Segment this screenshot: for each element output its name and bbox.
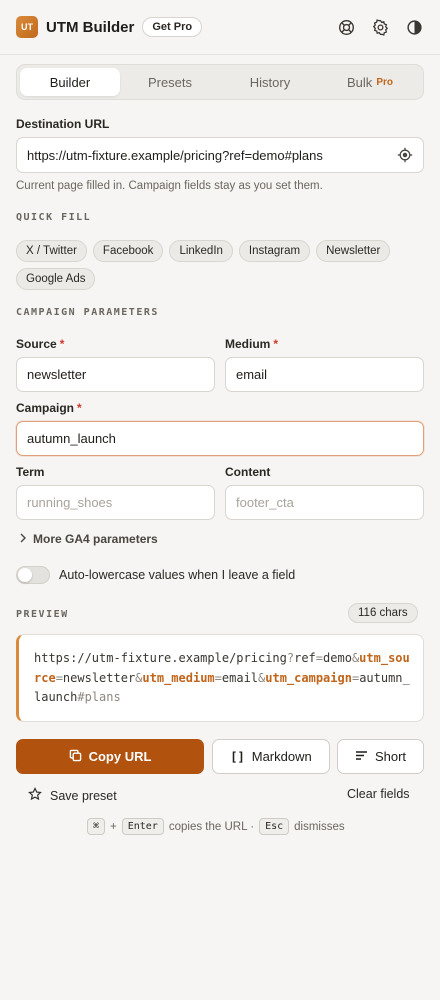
app-logo: UT xyxy=(16,16,38,38)
term-input[interactable]: running_shoes xyxy=(16,485,215,520)
short-link-button[interactable]: Short xyxy=(337,739,424,774)
tab-bulk[interactable]: Bulk Pro xyxy=(320,68,420,96)
chip-facebook[interactable]: Facebook xyxy=(92,240,164,262)
quick-fill-title: QUICK FILL xyxy=(16,212,92,223)
source-label: Source * xyxy=(16,337,65,351)
esc-key: Esc xyxy=(259,818,290,835)
content-label: Content xyxy=(225,465,271,479)
chip-instagram[interactable]: Instagram xyxy=(238,240,311,262)
app-title: UTM Builder xyxy=(46,18,135,36)
medium-label: Medium * xyxy=(225,337,279,351)
more-ga4-toggle[interactable]: More GA4 parameters xyxy=(19,532,158,546)
short-lines-icon xyxy=(355,749,368,764)
copy-url-button[interactable]: Copy URL xyxy=(16,739,204,774)
source-input[interactable]: newsletter xyxy=(16,357,215,392)
tab-bar: Builder Presets History Bulk Pro xyxy=(16,64,424,100)
quick-fill-chips: X / Twitter Facebook LinkedIn Instagram … xyxy=(16,240,424,290)
get-pro-button[interactable]: Get Pro xyxy=(142,17,203,37)
save-preset-button[interactable]: Save preset xyxy=(28,787,117,804)
destination-url-value: https://utm-fixture.example/pricing?ref=… xyxy=(27,147,323,163)
term-label: Term xyxy=(16,465,45,479)
preview-title: PREVIEW xyxy=(16,609,69,620)
tab-history[interactable]: History xyxy=(220,68,320,96)
cmd-key: ⌘ xyxy=(87,818,106,835)
chip-google-ads[interactable]: Google Ads xyxy=(16,268,96,290)
destination-hint: Current page filled in. Campaign fields … xyxy=(16,180,323,192)
copy-icon xyxy=(69,749,82,765)
destination-url-label: Destination URL xyxy=(16,117,110,131)
campaign-input[interactable]: autumn_launch xyxy=(16,421,424,456)
star-icon xyxy=(28,787,42,804)
clear-fields-button[interactable]: Clear fields xyxy=(347,787,410,801)
brackets-icon: [] xyxy=(230,749,245,764)
crosshair-icon[interactable] xyxy=(397,147,413,163)
markdown-button[interactable]: [] Markdown xyxy=(212,739,330,774)
chip-linkedin[interactable]: LinkedIn xyxy=(169,240,233,262)
shortcut-hint: ⌘ + Enter copies the URL · Esc dismisses xyxy=(87,818,345,835)
char-count-badge: 116 chars xyxy=(348,603,418,623)
auto-lowercase-toggle[interactable] xyxy=(16,566,50,584)
app-header: UT UTM Builder Get Pro xyxy=(0,0,440,55)
contrast-icon[interactable] xyxy=(404,17,424,37)
pro-label: Pro xyxy=(376,76,393,88)
campaign-parameters-title: CAMPAIGN PARAMETERS xyxy=(16,307,159,318)
support-icon[interactable] xyxy=(336,17,356,37)
medium-input[interactable]: email xyxy=(225,357,424,392)
chevron-right-icon xyxy=(19,532,27,546)
content-input[interactable]: footer_cta xyxy=(225,485,424,520)
chip-x-twitter[interactable]: X / Twitter xyxy=(16,240,87,262)
gear-icon[interactable] xyxy=(370,17,390,37)
preview-url[interactable]: https://utm-fixture.example/pricing?ref=… xyxy=(16,634,424,722)
enter-key: Enter xyxy=(121,818,164,835)
auto-lowercase-label: Auto-lowercase values when I leave a fie… xyxy=(59,568,296,582)
tab-builder[interactable]: Builder xyxy=(20,68,120,96)
destination-url-input[interactable]: https://utm-fixture.example/pricing?ref=… xyxy=(16,137,424,173)
tab-presets[interactable]: Presets xyxy=(120,68,220,96)
chip-newsletter[interactable]: Newsletter xyxy=(316,240,391,262)
campaign-label: Campaign * xyxy=(16,401,82,415)
